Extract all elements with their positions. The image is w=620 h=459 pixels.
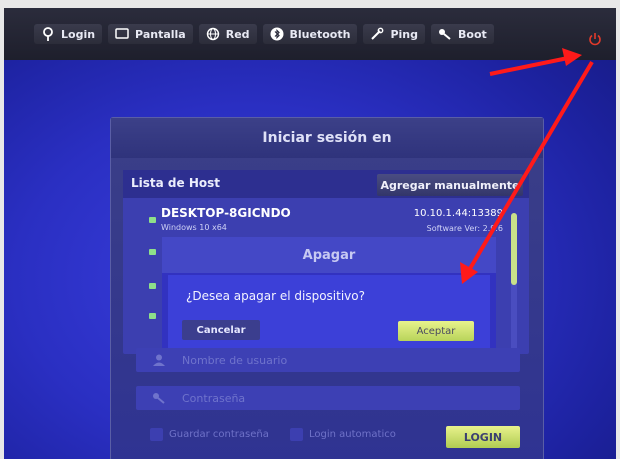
add-manually-button[interactable]: Agregar manualmente: [377, 174, 523, 196]
dialog-message: ¿Desea apagar el dispositivo?: [186, 289, 365, 303]
globe-icon: [206, 27, 219, 41]
password-input[interactable]: [180, 390, 484, 406]
host-list-header: Lista de Host Agregar manualmente: [123, 170, 529, 198]
toolbar-ping-label: Ping: [390, 27, 418, 41]
login-key-icon: [43, 27, 53, 41]
screen: Login Pantalla Red Bluetooth Ping Boot I…: [4, 8, 616, 459]
toolbar-pantalla-label: Pantalla: [135, 27, 186, 41]
save-password-label: Guardar contraseña: [169, 429, 269, 440]
toolbar-login-label: Login: [61, 27, 96, 41]
save-password-option[interactable]: Guardar contraseña: [150, 428, 269, 441]
toolbar-boot-label: Boot: [458, 27, 487, 41]
accept-button[interactable]: Aceptar: [398, 321, 474, 341]
host-address: 10.10.1.44:13389: [413, 208, 503, 219]
save-password-checkbox[interactable]: [150, 428, 163, 441]
host-os: Windows 10 x64: [161, 223, 227, 232]
host-software-version: Software Ver: 2.9.6: [426, 224, 503, 233]
host-name: DESKTOP-8GICNDO: [161, 206, 291, 220]
toolbar-ping-button[interactable]: Ping: [363, 24, 425, 44]
monitor-icon: [115, 28, 129, 39]
power-icon[interactable]: [588, 32, 602, 46]
username-field[interactable]: [136, 348, 520, 372]
host-list-label: Lista de Host: [131, 176, 220, 190]
cancel-button[interactable]: Cancelar: [182, 320, 260, 340]
password-field[interactable]: [136, 386, 520, 410]
toolbar-red-label: Red: [225, 27, 250, 41]
auto-login-label: Login automatico: [309, 429, 396, 440]
toolbar-pantalla-button[interactable]: Pantalla: [108, 24, 193, 44]
bluetooth-icon: [270, 27, 284, 41]
toolbar-bluetooth-label: Bluetooth: [289, 27, 351, 41]
key-icon: [153, 393, 165, 404]
host-status-dot: [149, 249, 156, 255]
panel-title: Iniciar sesión en: [111, 118, 543, 158]
user-icon: [153, 354, 165, 366]
auto-login-option[interactable]: Login automatico: [290, 428, 396, 441]
host-status-dot: [149, 217, 156, 223]
dialog-title: Apagar: [162, 237, 496, 273]
toolbar-login-button[interactable]: Login: [34, 24, 103, 44]
username-input[interactable]: [180, 352, 484, 368]
login-button[interactable]: LOGIN: [446, 426, 520, 448]
host-status-dot: [149, 313, 156, 319]
key-icon: [439, 29, 451, 40]
host-list-scrollbar[interactable]: [511, 213, 517, 353]
toolbar-red-button[interactable]: Red: [198, 24, 257, 44]
auto-login-checkbox[interactable]: [290, 428, 303, 441]
host-status-dot: [149, 283, 156, 289]
dialog-body: ¿Desea apagar el dispositivo? Cancelar A…: [168, 275, 490, 349]
shutdown-dialog: Apagar ¿Desea apagar el dispositivo? Can…: [162, 237, 496, 349]
toolbar-bluetooth-button[interactable]: Bluetooth: [262, 24, 358, 44]
toolbar-boot-button[interactable]: Boot: [431, 24, 494, 44]
wrench-icon: [371, 27, 384, 40]
scrollbar-thumb[interactable]: [511, 213, 517, 285]
top-toolbar: Login Pantalla Red Bluetooth Ping Boot: [4, 8, 616, 60]
